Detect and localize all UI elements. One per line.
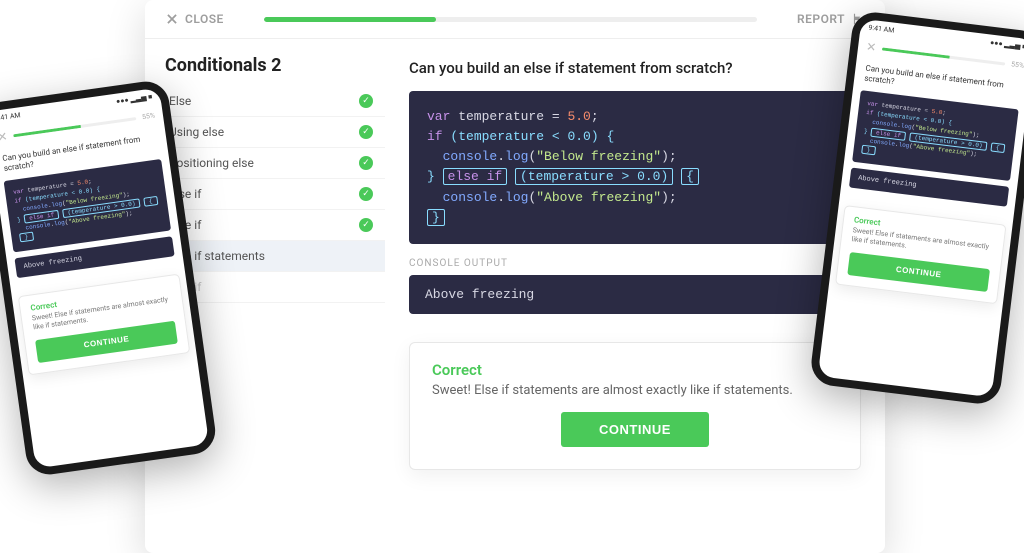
feedback-title: Correct bbox=[432, 361, 838, 379]
phone-feedback-card: Correct Sweet! Else if statements are al… bbox=[18, 273, 191, 375]
progress-fill bbox=[264, 17, 437, 22]
desktop-window: CLOSE REPORT Conditionals 2 Else✓Using e… bbox=[145, 0, 885, 553]
close-icon bbox=[165, 12, 179, 26]
step-row[interactable]: Using else ✓ bbox=[165, 117, 385, 148]
close-label: CLOSE bbox=[185, 12, 224, 26]
step-label: Positioning else bbox=[169, 156, 254, 170]
check-icon: ✓ bbox=[359, 125, 373, 139]
check-icon: ✓ bbox=[359, 156, 373, 170]
check-icon: ✓ bbox=[359, 218, 373, 232]
report-label: REPORT bbox=[797, 12, 845, 26]
step-row[interactable]: Else if bbox=[165, 272, 385, 303]
lesson-title: Conditionals 2 bbox=[165, 55, 385, 76]
check-icon: ✓ bbox=[359, 187, 373, 201]
continue-button[interactable]: CONTINUE bbox=[561, 412, 709, 447]
feedback-card: Correct Sweet! Else if statements are al… bbox=[409, 342, 861, 470]
check-icon: ✓ bbox=[359, 94, 373, 108]
step-row[interactable]: Else if statements bbox=[165, 241, 385, 272]
progress-bar bbox=[264, 17, 757, 22]
step-row[interactable]: Else ✓ bbox=[165, 86, 385, 117]
status-icons: ●●● ▂▃▅ ■ bbox=[116, 93, 153, 106]
topbar: CLOSE REPORT bbox=[145, 0, 885, 39]
code-block: var temperature = 5.0;if (temperature < … bbox=[409, 91, 861, 244]
main-panel: Can you build an else if statement from … bbox=[385, 39, 885, 547]
phone-feedback-card: Correct Sweet! Else if statements are al… bbox=[835, 205, 1007, 304]
status-icons: ●●● ▂▃▅ ■ bbox=[990, 39, 1024, 51]
close-button[interactable]: CLOSE bbox=[165, 12, 224, 26]
feedback-body: Sweet! Else if statements are almost exa… bbox=[432, 383, 838, 398]
console-output-label: CONSOLE OUTPUT bbox=[409, 258, 861, 269]
step-row[interactable]: Positioning else ✓ bbox=[165, 148, 385, 179]
console-output: Above freezing bbox=[409, 275, 861, 314]
phone-progress-pct: 55% bbox=[1011, 60, 1024, 70]
step-label: Else bbox=[169, 94, 191, 108]
phone-progress-pct: 55% bbox=[142, 111, 156, 121]
step-list: Else✓Using else✓Positioning else✓Else if… bbox=[165, 86, 385, 303]
phone-close-icon[interactable]: ✕ bbox=[0, 129, 8, 144]
status-time: 9:41 AM bbox=[0, 111, 21, 123]
prompt: Can you build an else if statement from … bbox=[409, 59, 861, 77]
step-row[interactable]: Else if✓ bbox=[165, 210, 385, 241]
phone-close-icon[interactable]: ✕ bbox=[865, 40, 877, 55]
status-time: 9:41 AM bbox=[868, 24, 895, 35]
step-row[interactable]: Else if✓ bbox=[165, 179, 385, 210]
step-label: Using else bbox=[169, 125, 224, 139]
